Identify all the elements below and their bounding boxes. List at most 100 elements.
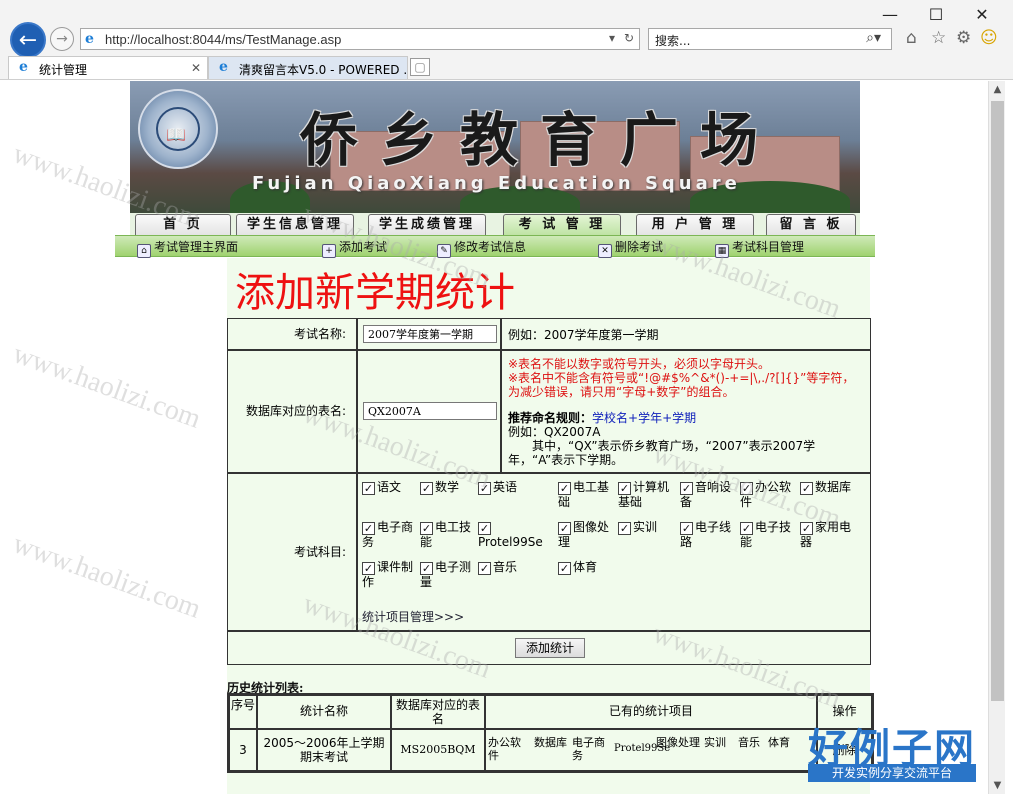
subject-checkbox[interactable]: ✓ 英语 bbox=[478, 480, 532, 495]
ie-page-icon: e bbox=[85, 31, 94, 47]
subject-checkbox[interactable]: ✓ 课件制作 bbox=[362, 560, 416, 589]
checkbox-box[interactable]: ✓ bbox=[420, 562, 433, 575]
checkbox-box[interactable]: ✓ bbox=[618, 482, 631, 495]
refresh-icon[interactable]: ↻ bbox=[624, 31, 634, 45]
subject-checkbox[interactable]: ✓ 语文 bbox=[362, 480, 416, 495]
checkbox-box[interactable]: ✓ bbox=[680, 482, 693, 495]
address-url[interactable]: http://localhost:8044/ms/TestManage.asp bbox=[105, 32, 341, 47]
subnav-label: 考试管理主界面 bbox=[154, 240, 239, 254]
subject-checkbox[interactable]: ✓ 音乐 bbox=[478, 560, 532, 575]
new-tab-button[interactable]: ▢ bbox=[410, 58, 430, 76]
forward-button[interactable]: → bbox=[50, 27, 74, 51]
subject-checkbox[interactable]: ✓ 数据库 bbox=[800, 480, 856, 495]
checkbox-box[interactable]: ✓ bbox=[362, 562, 375, 575]
maximize-button[interactable]: ☐ bbox=[916, 4, 956, 26]
subnav-label: 添加考试 bbox=[339, 240, 388, 254]
checkbox-box[interactable]: ✓ bbox=[558, 562, 571, 575]
search-input[interactable]: 搜索... ⌕▾ bbox=[648, 28, 892, 50]
subject-label: 实训 bbox=[633, 520, 658, 534]
subject-checkbox[interactable]: ✓ 电子商务 bbox=[362, 520, 416, 549]
subject-checkbox[interactable]: ✓ 电工技能 bbox=[420, 520, 474, 549]
subject-checkbox[interactable]: ✓Protel99Se bbox=[478, 520, 543, 549]
smiley-feedback-icon[interactable]: ☺ bbox=[980, 28, 998, 48]
subject-checkbox[interactable]: ✓ 图像处理 bbox=[558, 520, 614, 549]
checkbox-box[interactable]: ✓ bbox=[618, 522, 631, 535]
favorites-star-icon[interactable]: ☆ bbox=[931, 28, 946, 48]
subject-manage-link[interactable]: 统计项目管理>>> bbox=[362, 610, 464, 624]
subject-checkbox[interactable]: ✓ 实训 bbox=[618, 520, 674, 535]
subject-checkbox[interactable]: ✓ 数学 bbox=[420, 480, 474, 495]
grid-icon: ▦ bbox=[715, 244, 729, 258]
subject-checkbox[interactable]: ✓ 电子线路 bbox=[680, 520, 736, 549]
checkbox-box[interactable]: ✓ bbox=[420, 522, 433, 535]
haolizi-badge: 好例子网 开发实例分享交流平台 bbox=[808, 716, 978, 782]
browser-tab-guestbook[interactable]: e 清爽留言本V5.0 - POWERED ... bbox=[208, 56, 408, 79]
browser-tab-stats[interactable]: e 统计管理 ✕ bbox=[8, 56, 208, 79]
checkbox-box[interactable]: ✓ bbox=[362, 482, 375, 495]
nav-tab-exam-manage[interactable]: 考 试 管 理 bbox=[503, 214, 621, 235]
address-bar[interactable]: e http://localhost:8044/ms/TestManage.as… bbox=[80, 28, 640, 50]
subject-checkbox[interactable]: ✓ 计算机基础 bbox=[618, 480, 674, 509]
page-title: 添加新学期统计 bbox=[235, 270, 515, 316]
nav-tab-home[interactable]: 首 页 bbox=[135, 214, 231, 235]
subject-checkbox[interactable]: ✓ 办公软件 bbox=[740, 480, 796, 509]
gear-icon[interactable]: ⚙ bbox=[956, 28, 971, 48]
subject-checkbox[interactable]: ✓ 电工基础 bbox=[558, 480, 614, 509]
checkbox-box[interactable]: ✓ bbox=[800, 482, 813, 495]
vertical-scrollbar[interactable]: ▲ ▼ bbox=[988, 81, 1005, 794]
checkbox-box[interactable]: ✓ bbox=[740, 522, 753, 535]
search-icon[interactable]: ⌕▾ bbox=[866, 30, 881, 46]
nav-tab-student-scores[interactable]: 学生成绩管理 bbox=[368, 214, 486, 235]
search-placeholder: 搜索... bbox=[655, 34, 691, 48]
nav-tab-guestbook[interactable]: 留 言 板 bbox=[766, 214, 856, 235]
site-title: 侨乡教育广场 bbox=[300, 106, 781, 174]
checkbox-box[interactable]: ✓ bbox=[362, 522, 375, 535]
close-window-button[interactable]: ✕ bbox=[962, 4, 1002, 26]
checkbox-box[interactable]: ✓ bbox=[558, 482, 571, 495]
subnav-delete-exam[interactable]: ✕ 删除考试 bbox=[598, 238, 663, 258]
home-icon[interactable]: ⌂ bbox=[906, 28, 917, 48]
subject-checkbox[interactable]: ✓ 电子技能 bbox=[740, 520, 796, 549]
nav-tab-user-manage[interactable]: 用 户 管 理 bbox=[636, 214, 754, 235]
subject-checkbox[interactable]: ✓ 家用电器 bbox=[800, 520, 856, 549]
history-item: 音乐 bbox=[738, 736, 760, 749]
site-banner: 📖 侨乡教育广场 Fujian QiaoXiang Education Squa… bbox=[130, 81, 860, 213]
checkbox-box[interactable]: ✓ bbox=[800, 522, 813, 535]
browser-chrome: — ☐ ✕ ← → e http://localhost:8044/ms/Tes… bbox=[0, 0, 1013, 80]
subnav-exam-home[interactable]: ⌂ 考试管理主界面 bbox=[137, 238, 239, 258]
subnav-add-exam[interactable]: + 添加考试 bbox=[322, 238, 388, 258]
checkbox-box[interactable]: ✓ bbox=[478, 562, 491, 575]
table-name-input[interactable]: QX2007A bbox=[363, 402, 497, 420]
minimize-button[interactable]: — bbox=[870, 4, 910, 26]
history-row-name: 2005～2006年上学期期末考试 bbox=[257, 729, 391, 771]
subnav-edit-exam[interactable]: ✎ 修改考试信息 bbox=[437, 238, 526, 258]
history-row-table: MS2005BQM bbox=[391, 729, 485, 771]
nav-tab-student-info[interactable]: 学生信息管理 bbox=[236, 214, 354, 235]
close-tab-icon[interactable]: ✕ bbox=[191, 61, 201, 75]
checkbox-box[interactable]: ✓ bbox=[478, 522, 491, 535]
scroll-thumb[interactable] bbox=[991, 101, 1004, 701]
back-button[interactable]: ← bbox=[10, 22, 46, 58]
submit-row: 添加统计 bbox=[227, 631, 871, 665]
table-name-cell: QX2007A bbox=[357, 350, 501, 473]
checkbox-box[interactable]: ✓ bbox=[680, 522, 693, 535]
checkbox-box[interactable]: ✓ bbox=[558, 522, 571, 535]
subject-label: 语文 bbox=[377, 480, 402, 494]
dropdown-icon[interactable]: ▾ bbox=[609, 31, 615, 45]
add-icon: + bbox=[322, 244, 336, 258]
history-header-items: 已有的统计项目 bbox=[485, 695, 817, 729]
checkbox-box[interactable]: ✓ bbox=[420, 482, 433, 495]
checkbox-box[interactable]: ✓ bbox=[478, 482, 491, 495]
subject-checkbox[interactable]: ✓ 音响设备 bbox=[680, 480, 736, 509]
naming-rule-title: 推荐命名规则： bbox=[508, 411, 593, 425]
subnav-subject-manage[interactable]: ▦ 考试科目管理 bbox=[715, 238, 804, 258]
checkbox-box[interactable]: ✓ bbox=[740, 482, 753, 495]
scroll-down-icon[interactable]: ▼ bbox=[989, 777, 1006, 794]
scroll-up-icon[interactable]: ▲ bbox=[989, 81, 1006, 98]
subject-checkbox[interactable]: ✓ 体育 bbox=[558, 560, 614, 575]
exam-name-input[interactable]: 2007学年度第一学期 bbox=[363, 325, 497, 343]
history-header-table: 数据库对应的表名 bbox=[391, 695, 485, 729]
add-stat-button[interactable]: 添加统计 bbox=[515, 638, 585, 658]
subject-checkbox[interactable]: ✓ 电子测量 bbox=[420, 560, 474, 589]
subjects-cell: ✓ 语文 ✓ 数学 ✓ 英语 ✓ 电工基础 ✓ 计算机基础 ✓ 音响设备 ✓ 办公软件 ✓ 数据库 ✓ 电子商务 ✓… bbox=[357, 473, 871, 631]
